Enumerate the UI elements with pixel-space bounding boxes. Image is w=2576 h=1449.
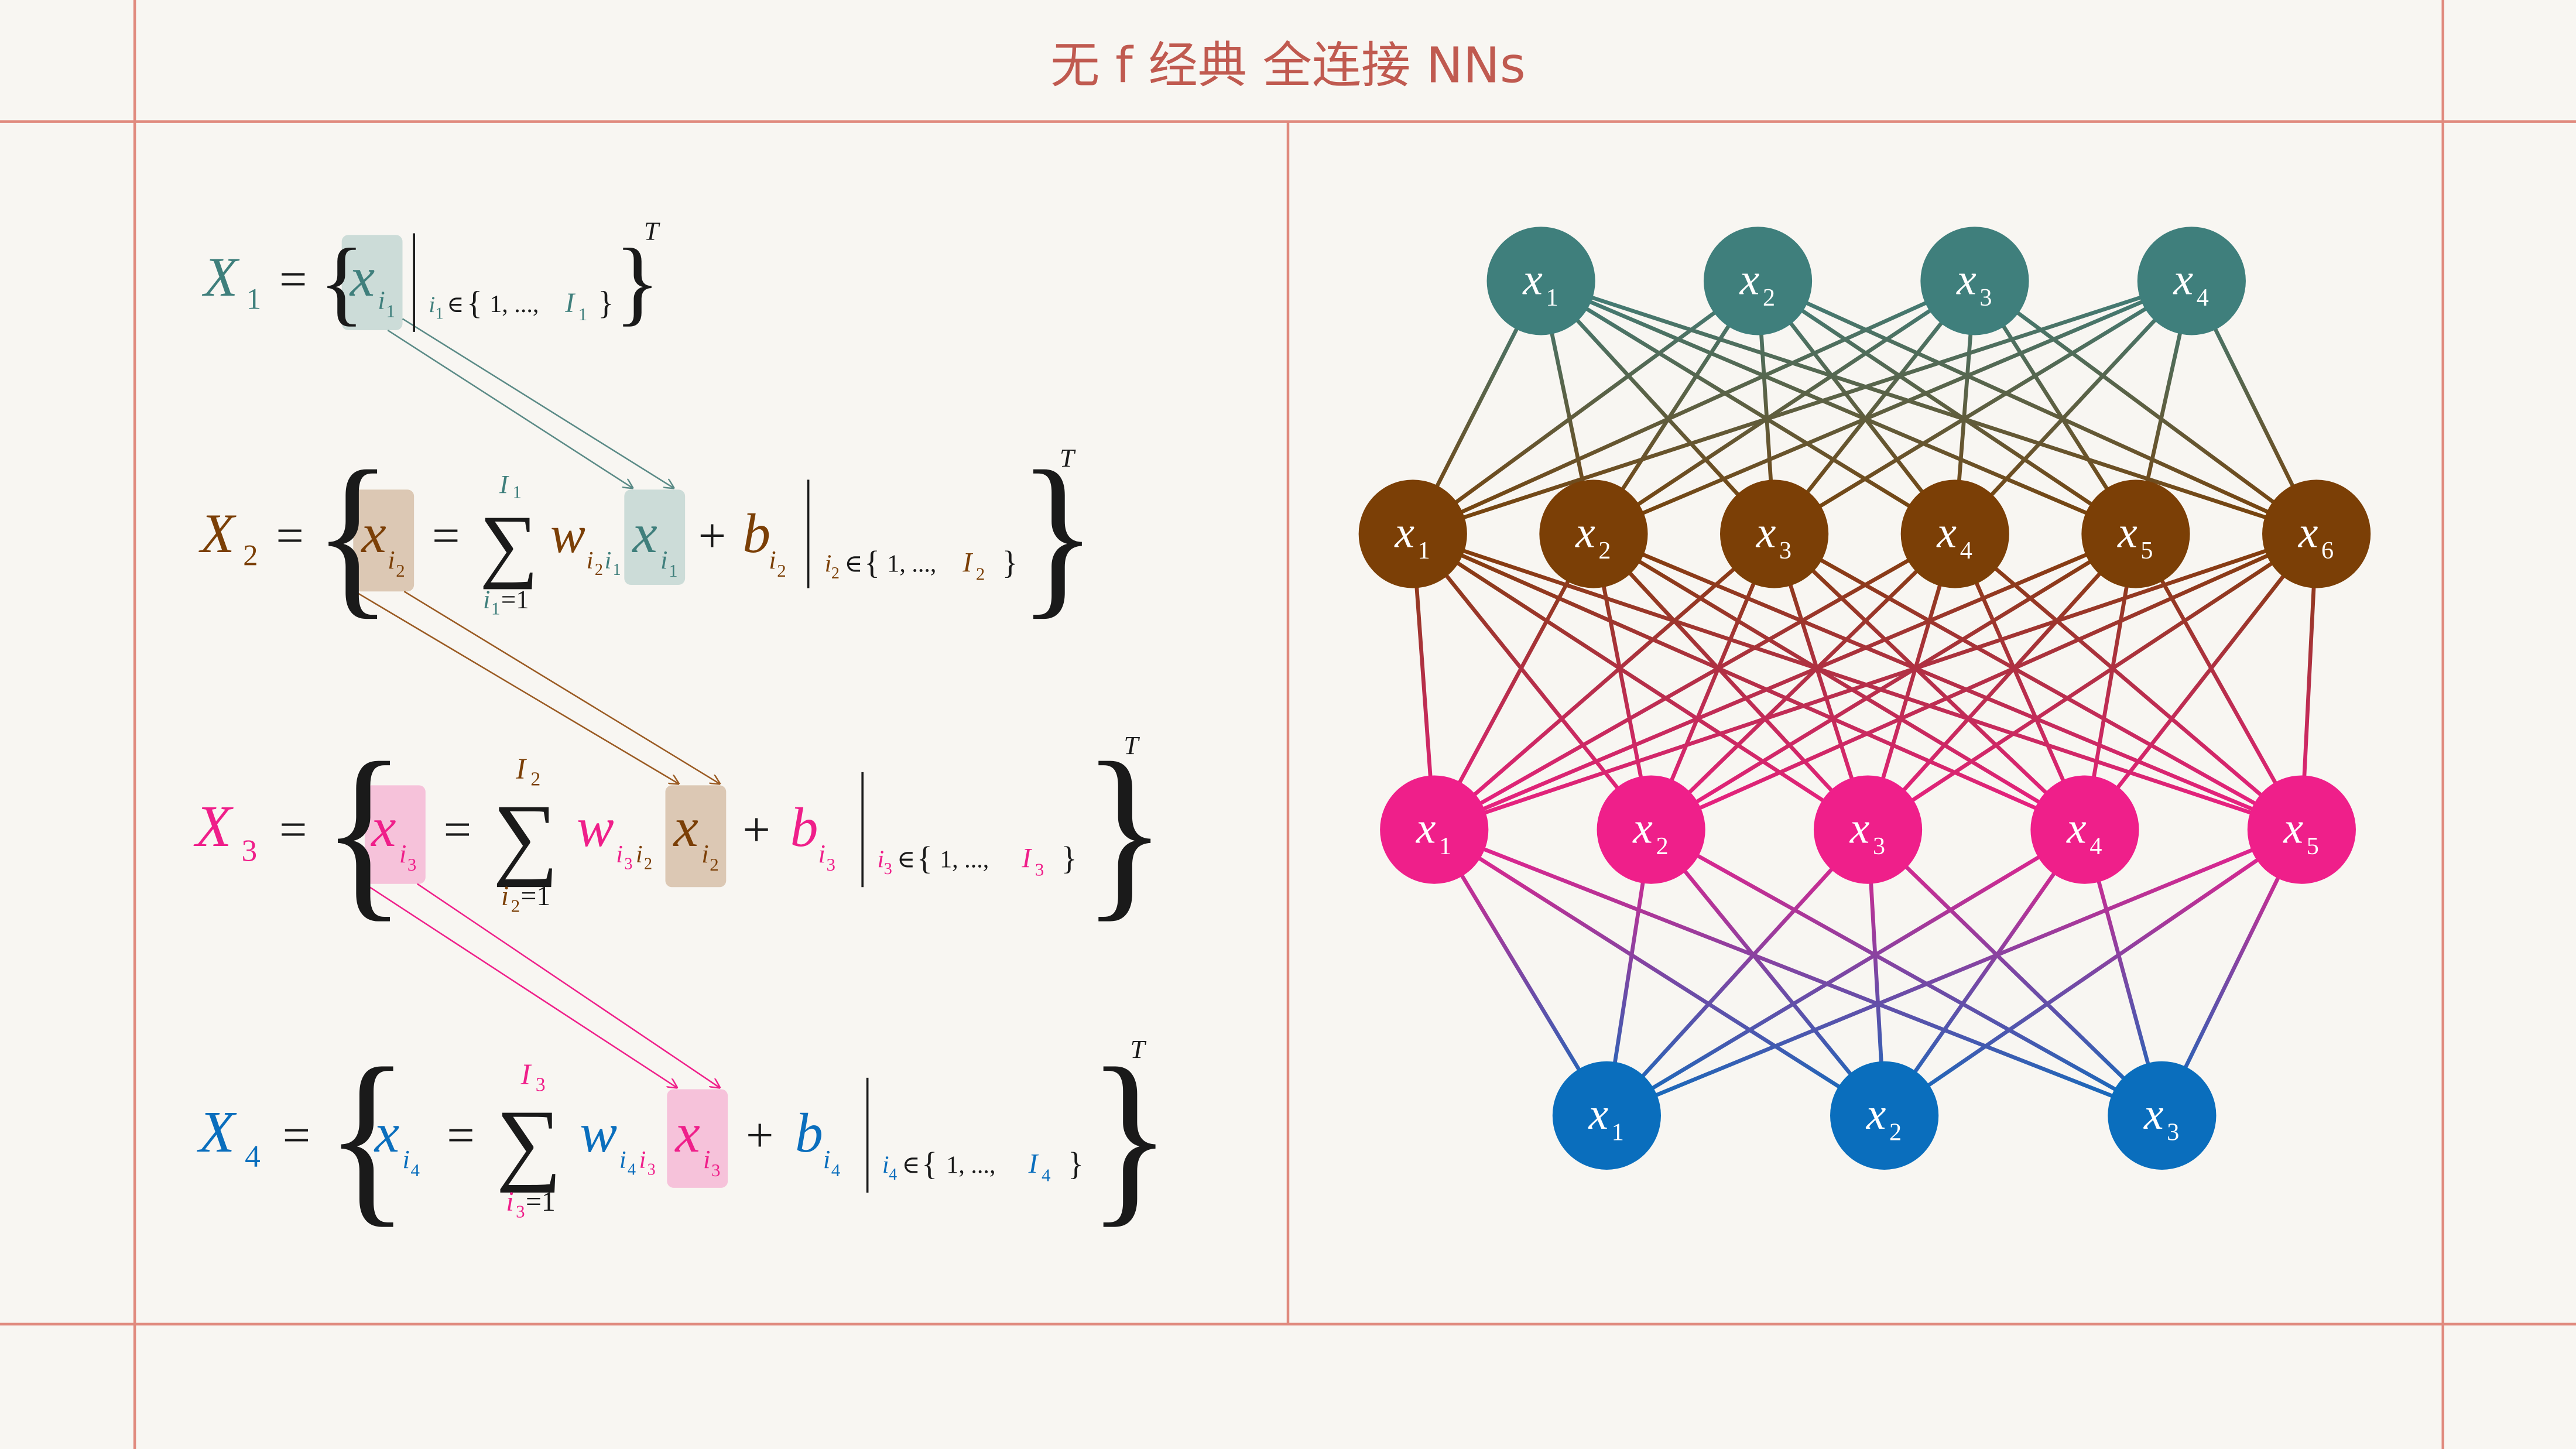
node-layer2-2: x2 — [1539, 479, 1648, 588]
node-layer2-4: x4 — [1900, 479, 2009, 588]
node-label: x — [1632, 804, 1653, 853]
node-layer2-5: x5 — [2081, 479, 2190, 588]
node-layer4-3: x3 — [2108, 1061, 2217, 1170]
node-subscript: 3 — [1979, 284, 1992, 311]
node-label: x — [1849, 804, 1870, 853]
node-subscript: 4 — [1960, 537, 1972, 564]
node-layer4-2: x2 — [1830, 1061, 1939, 1170]
node-label: x — [2066, 804, 2087, 853]
node-subscript: 4 — [2089, 833, 2102, 860]
network-diagram: x 1 x 2 x 3 x 4x 1 x 2 x 3 x 4 x 5 x 6x 1 x 2 x 3 x 4 x 5x 1 x 2 x 3 — [1358, 227, 2371, 1170]
node-label: x — [2283, 804, 2304, 853]
node-subscript: 3 — [1873, 833, 1885, 860]
node-layer3-1: x1 — [1380, 775, 1489, 884]
node-subscript: 2 — [1598, 537, 1611, 564]
node-subscript: 2 — [1889, 1118, 1902, 1146]
node-layer3-5: x5 — [2247, 775, 2356, 884]
node-label: x — [1575, 508, 1595, 557]
node-label: x — [2173, 255, 2193, 304]
node-layer2-6: x6 — [2262, 479, 2371, 588]
node-layer4-1: x1 — [1552, 1061, 1661, 1170]
node-label: x — [2143, 1090, 2164, 1139]
node-label: x — [1588, 1090, 1609, 1139]
node-label: x — [2117, 508, 2137, 557]
node-label: x — [1866, 1090, 1886, 1139]
node-subscript: 1 — [1439, 833, 1451, 860]
node-label: x — [1936, 508, 1957, 557]
node-layer3-3: x3 — [1813, 775, 1923, 884]
node-subscript: 3 — [1779, 537, 1791, 564]
node-label: x — [1956, 255, 1976, 304]
node-layer3-2: x2 — [1597, 775, 1705, 884]
network-edges — [1410, 279, 2318, 1118]
node-label: x — [1756, 508, 1776, 557]
node-subscript: 1 — [1612, 1118, 1624, 1146]
node-subscript: 1 — [1418, 537, 1430, 564]
node-layer2-3: x3 — [1720, 479, 1829, 588]
node-subscript: 3 — [2167, 1118, 2179, 1146]
node-subscript: 2 — [1656, 833, 1669, 860]
node-subscript: 2 — [1763, 284, 1775, 311]
node-layer1-3: x3 — [1920, 227, 2029, 335]
node-layer1-4: x4 — [2137, 227, 2246, 335]
node-subscript: 4 — [2197, 284, 2209, 311]
node-subscript: 5 — [2307, 833, 2319, 860]
node-subscript: 6 — [2321, 537, 2334, 564]
node-layer3-4: x4 — [2030, 775, 2139, 884]
node-layer2-1: x1 — [1358, 479, 1467, 588]
edge-l3n5-l4n1 — [1606, 827, 2303, 1118]
node-label: x — [1416, 804, 1436, 853]
node-subscript: 5 — [2140, 537, 2153, 564]
node-label: x — [1739, 255, 1760, 304]
node-layer1-1: x1 — [1486, 227, 1595, 335]
node-label: x — [1522, 255, 1543, 304]
node-subscript: 1 — [1546, 284, 1558, 311]
node-label: x — [2298, 508, 2318, 557]
node-label: x — [1394, 508, 1414, 557]
node-layer1-2: x2 — [1703, 227, 1813, 335]
slide: 无 f 经典 全连接 NNs X 1 = {x i 1 i 1 ∈ {1, … — [0, 0, 2576, 1449]
